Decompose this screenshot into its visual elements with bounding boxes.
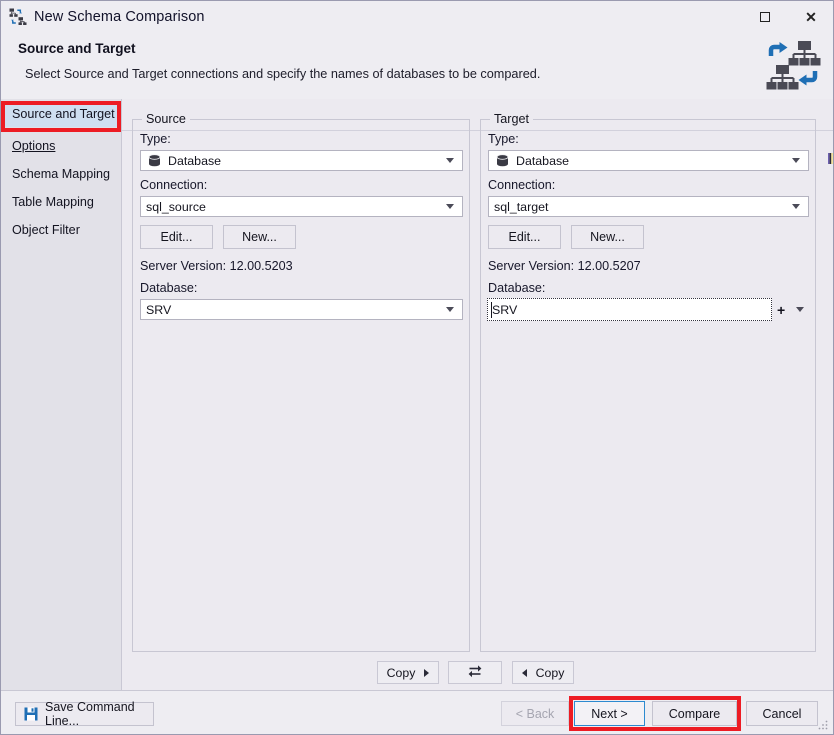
compare-label: Compare	[669, 707, 720, 721]
sidebar-item-label: Schema Mapping	[12, 167, 110, 181]
sidebar-item-label: Object Filter	[12, 223, 80, 237]
target-database-add-button[interactable]: +	[772, 302, 790, 318]
plus-icon: +	[777, 302, 785, 318]
chevron-down-icon	[792, 158, 800, 163]
swap-arrows-icon	[467, 664, 483, 681]
cancel-button[interactable]: Cancel	[746, 701, 818, 726]
close-icon: ✕	[805, 10, 817, 24]
target-new-button[interactable]: New...	[571, 225, 644, 249]
source-group: Source Type: Database Connection: sql_so…	[132, 119, 470, 652]
target-group: Target Type: Database Connection: sql_ta…	[480, 119, 816, 652]
source-type-label: Type:	[140, 132, 171, 146]
source-edit-label: Edit...	[161, 230, 193, 244]
edge-artifact	[828, 153, 833, 164]
source-database-combo[interactable]: SRV	[140, 299, 463, 320]
page-title: Source and Target	[18, 41, 136, 56]
target-connection-combo[interactable]: sql_target	[488, 196, 809, 217]
source-connection-label: Connection:	[140, 178, 207, 192]
target-type-value: Database	[489, 154, 792, 168]
copy-to-source-button[interactable]: Copy	[512, 661, 574, 684]
new-schema-comparison-dialog: New Schema Comparison ✕ Source and Targe…	[0, 0, 834, 735]
maximize-button[interactable]	[742, 1, 788, 32]
dialog-header: Source and Target Select Source and Targ…	[1, 33, 834, 99]
sidebar-item-source-and-target[interactable]: Source and Target	[1, 101, 121, 127]
schema-comparison-icon	[9, 8, 27, 26]
source-server-version: Server Version: 12.00.5203	[140, 259, 293, 273]
copy-to-target-button[interactable]: Copy	[377, 661, 439, 684]
close-button[interactable]: ✕	[788, 1, 834, 32]
source-edit-button[interactable]: Edit...	[140, 225, 213, 249]
next-label: Next >	[591, 707, 627, 721]
source-database-label: Database:	[140, 281, 197, 295]
target-new-label: New...	[590, 230, 625, 244]
target-edit-label: Edit...	[509, 230, 541, 244]
sidebar-item-label: Table Mapping	[12, 195, 94, 209]
floppy-disk-icon	[24, 707, 38, 721]
copy-to-source-label: Copy	[536, 666, 565, 680]
chevron-down-icon	[792, 204, 800, 209]
source-database-value: SRV	[141, 303, 446, 317]
target-type-combo[interactable]: Database	[488, 150, 809, 171]
target-database-label: Database:	[488, 281, 545, 295]
next-button[interactable]: Next >	[574, 701, 645, 726]
arrow-right-icon	[424, 669, 429, 677]
source-new-label: New...	[242, 230, 277, 244]
target-edit-button[interactable]: Edit...	[488, 225, 561, 249]
sidebar-item-object-filter[interactable]: Object Filter	[1, 217, 121, 243]
chevron-down-icon	[796, 307, 804, 312]
sidebar-item-label: Options	[12, 139, 55, 153]
maximize-icon	[760, 12, 770, 22]
copy-to-target-label: Copy	[387, 666, 416, 680]
database-icon	[147, 154, 162, 168]
page-subtitle: Select Source and Target connections and…	[25, 67, 540, 81]
sidebar-item-label: Source and Target	[12, 107, 115, 121]
source-group-label: Source	[142, 112, 190, 126]
source-connection-value: sql_source	[141, 200, 446, 214]
target-server-version: Server Version: 12.00.5207	[488, 259, 641, 273]
target-type-label: Type:	[488, 132, 519, 146]
target-connection-label: Connection:	[488, 178, 555, 192]
source-connection-combo[interactable]: sql_source	[140, 196, 463, 217]
target-database-input[interactable]: SRV	[487, 298, 772, 321]
wizard-step-nav: Source and Target Options Schema Mapping…	[1, 99, 122, 690]
back-button[interactable]: < Back	[501, 701, 569, 726]
sidebar-item-table-mapping[interactable]: Table Mapping	[1, 189, 121, 215]
target-connection-value: sql_target	[489, 200, 792, 214]
back-label: < Back	[516, 707, 555, 721]
save-command-line-label: Save Command Line...	[45, 700, 153, 728]
database-icon	[495, 154, 510, 168]
save-command-line-button[interactable]: Save Command Line...	[15, 702, 154, 726]
sidebar-item-schema-mapping[interactable]: Schema Mapping	[1, 161, 121, 187]
source-type-combo[interactable]: Database	[140, 150, 463, 171]
source-type-value: Database	[141, 154, 446, 168]
schema-comparison-large-icon	[765, 39, 821, 91]
compare-button[interactable]: Compare	[652, 701, 737, 726]
target-group-label: Target	[490, 112, 533, 126]
swap-source-target-button[interactable]	[448, 661, 502, 684]
resize-grip[interactable]	[817, 719, 829, 731]
window-title: New Schema Comparison	[34, 9, 205, 25]
target-database-field-group: SRV +	[487, 298, 810, 321]
target-database-dropdown-button[interactable]	[790, 307, 810, 312]
text-caret	[491, 302, 492, 318]
cancel-label: Cancel	[763, 707, 802, 721]
target-database-value: SRV	[488, 303, 517, 317]
title-bar: New Schema Comparison ✕	[1, 1, 834, 33]
chevron-down-icon	[446, 158, 454, 163]
source-new-button[interactable]: New...	[223, 225, 296, 249]
sidebar-item-options[interactable]: Options	[1, 133, 121, 159]
chevron-down-icon	[446, 307, 454, 312]
arrow-left-icon	[522, 669, 527, 677]
chevron-down-icon	[446, 204, 454, 209]
